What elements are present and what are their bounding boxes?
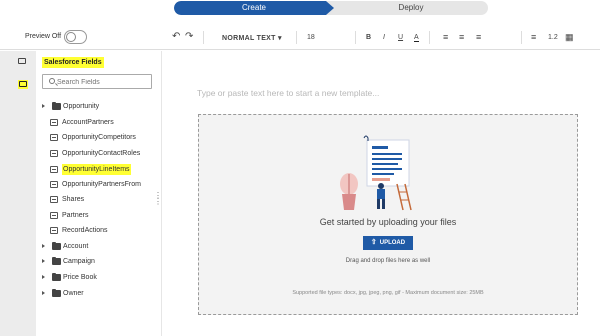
- upload-label: UPLOAD: [379, 240, 406, 246]
- folder-icon: [52, 273, 61, 281]
- related-list-icon: [50, 134, 58, 141]
- expand-caret-icon[interactable]: [42, 259, 45, 263]
- font-color-button[interactable]: A: [414, 34, 419, 42]
- upload-illustration-icon: [340, 135, 412, 211]
- related-list-icon: [50, 119, 58, 126]
- step-bar: Create Deploy: [0, 0, 600, 22]
- bullet-list-icon[interactable]: ≡: [531, 32, 536, 42]
- numbered-list-button[interactable]: 1.2: [548, 34, 558, 41]
- file-dropzone[interactable]: Get started by uploading your files ⇧ UPL…: [198, 114, 578, 315]
- folder-icon: [52, 242, 61, 250]
- side-rail: [0, 51, 36, 336]
- search-input[interactable]: [57, 77, 149, 87]
- preview-toggle[interactable]: [64, 30, 87, 44]
- table-icon[interactable]: ▦: [565, 32, 574, 42]
- drag-hint: Drag and drop files here as well: [345, 258, 431, 264]
- tree-item-label: Partners: [62, 212, 89, 219]
- upload-button[interactable]: ⇧ UPLOAD: [363, 236, 413, 250]
- dropzone-title: Get started by uploading your files: [319, 217, 457, 227]
- font-size-select[interactable]: 18: [307, 34, 315, 41]
- supported-types-note: Supported file types: docx, jpg, jpeg, p…: [292, 290, 484, 296]
- toolbar-divider: [429, 31, 430, 44]
- align-right-icon[interactable]: ≡: [476, 32, 481, 42]
- tree-item-label: AccountPartners: [62, 119, 114, 126]
- italic-button[interactable]: I: [383, 34, 385, 41]
- upload-icon: ⇧: [370, 239, 377, 246]
- folder-icon: [52, 257, 61, 265]
- salesforce-fields-icon[interactable]: [18, 80, 28, 89]
- block-style-value: NORMAL TEXT: [222, 35, 276, 42]
- undo-icon[interactable]: ↶: [172, 32, 180, 42]
- panel-title: Salesforce Fields: [42, 57, 104, 68]
- related-list-icon: [50, 212, 58, 219]
- redo-icon[interactable]: ↷: [185, 32, 193, 42]
- panel-resize-handle[interactable]: ⋮ ⋮: [154, 192, 162, 206]
- step-create[interactable]: Create: [174, 1, 334, 15]
- related-list-icon: [50, 150, 58, 157]
- tree-item-label: Opportunity: [63, 103, 100, 110]
- underline-button[interactable]: U: [398, 34, 403, 41]
- wizard-steps: Create Deploy: [174, 1, 488, 15]
- align-left-icon[interactable]: ≡: [443, 32, 448, 42]
- tree-item-label: OpportunityLineItems: [62, 164, 131, 175]
- expand-caret-icon[interactable]: [42, 244, 45, 248]
- step-deploy[interactable]: Deploy: [334, 1, 488, 15]
- tree-item-label: Owner: [63, 290, 84, 297]
- toolbar-divider: [521, 31, 522, 44]
- editor-toolbar: Preview Off ↶ ↷ NORMAL TEXT ▾ 18 B I U A…: [0, 26, 600, 50]
- tree-item-label: Campaign: [63, 258, 95, 265]
- preview-label: Preview Off: [25, 33, 62, 40]
- expand-caret-icon[interactable]: [42, 104, 45, 108]
- toolbar-divider: [355, 31, 356, 44]
- block-style-select[interactable]: NORMAL TEXT ▾: [222, 34, 282, 42]
- tree-item-label: Price Book: [63, 274, 97, 281]
- tree-item-label: OpportunityContactRoles: [62, 150, 141, 157]
- tree-item-label: Shares: [62, 196, 85, 203]
- related-list-icon: [50, 227, 58, 234]
- align-center-icon[interactable]: ≡: [459, 32, 464, 42]
- related-list-icon: [50, 181, 58, 188]
- expand-caret-icon[interactable]: [42, 291, 45, 295]
- toggle-knob: [66, 32, 76, 42]
- folder-icon: [52, 289, 61, 297]
- bold-button[interactable]: B: [366, 34, 371, 41]
- search-icon: [49, 78, 55, 84]
- folder-icon: [52, 102, 61, 110]
- toolbar-divider: [296, 31, 297, 44]
- tree-item-label: Account: [63, 243, 89, 250]
- expand-caret-icon[interactable]: [42, 275, 45, 279]
- related-list-icon: [50, 166, 58, 173]
- search-box[interactable]: [42, 74, 152, 89]
- tree-item-label: RecordActions: [62, 227, 108, 234]
- tree-item-label: OpportunityPartnersFrom: [62, 181, 141, 188]
- related-list-icon: [50, 196, 58, 203]
- tree-item-label: OpportunityCompetitors: [62, 134, 136, 141]
- editor-placeholder: Type or paste text here to start a new t…: [197, 88, 380, 98]
- fields-panel-icon[interactable]: [18, 58, 26, 64]
- toolbar-divider: [203, 31, 204, 44]
